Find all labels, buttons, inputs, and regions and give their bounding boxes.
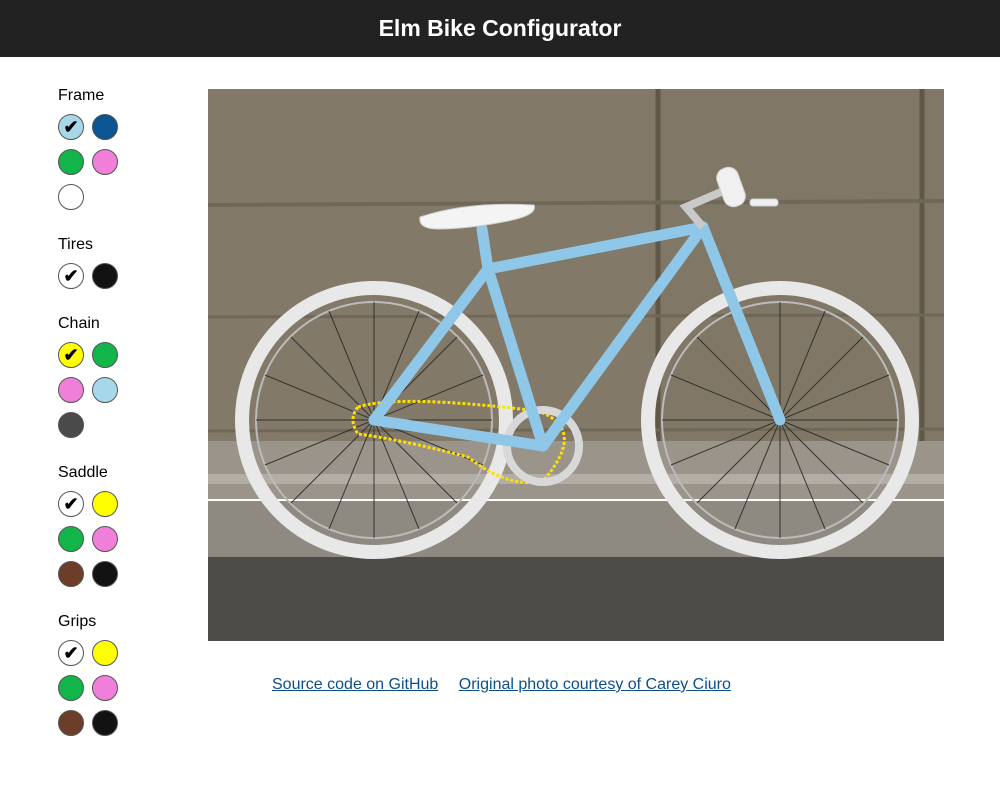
main-content: Frame ✔ Tires ✔ Chain ✔ Saddle ✔ Grips ✔ — [0, 57, 1000, 800]
checkmark-icon: ✔ — [63, 643, 79, 663]
color-swatch-tires-0[interactable]: ✔ — [58, 263, 84, 289]
option-group-grips: Grips ✔ — [58, 613, 168, 745]
option-label: Chain — [58, 315, 100, 332]
footer-links: Source code on GitHub Original photo cou… — [272, 676, 747, 694]
options-sidebar: Frame ✔ Tires ✔ Chain ✔ Saddle ✔ Grips ✔ — [58, 87, 168, 762]
option-label: Grips — [58, 613, 97, 630]
color-swatch-chain-4[interactable] — [58, 412, 84, 438]
color-swatch-frame-4[interactable] — [58, 184, 84, 210]
color-swatch-saddle-3[interactable] — [92, 526, 118, 552]
color-swatch-tires-1[interactable] — [92, 263, 118, 289]
color-swatches: ✔ — [58, 491, 158, 596]
color-swatch-saddle-2[interactable] — [58, 526, 84, 552]
color-swatch-chain-0[interactable]: ✔ — [58, 342, 84, 368]
source-code-link[interactable]: Source code on GitHub — [272, 676, 438, 693]
option-group-frame: Frame ✔ — [58, 87, 168, 219]
color-swatch-chain-2[interactable] — [58, 377, 84, 403]
color-swatch-chain-3[interactable] — [92, 377, 118, 403]
checkmark-icon: ✔ — [63, 266, 79, 286]
color-swatches: ✔ — [58, 263, 158, 298]
color-swatch-grips-2[interactable] — [58, 675, 84, 701]
option-group-chain: Chain ✔ — [58, 315, 168, 447]
color-swatch-frame-2[interactable] — [58, 149, 84, 175]
color-swatch-saddle-4[interactable] — [58, 561, 84, 587]
option-label: Tires — [58, 236, 93, 253]
color-swatch-chain-1[interactable] — [92, 342, 118, 368]
color-swatches: ✔ — [58, 640, 158, 745]
color-swatches: ✔ — [58, 114, 158, 219]
color-swatch-frame-1[interactable] — [92, 114, 118, 140]
bike-photo — [208, 89, 944, 641]
option-group-tires: Tires ✔ — [58, 236, 168, 298]
color-swatch-frame-0[interactable]: ✔ — [58, 114, 84, 140]
checkmark-icon: ✔ — [63, 117, 79, 137]
app-title: Elm Bike Configurator — [378, 15, 622, 41]
color-swatch-saddle-5[interactable] — [92, 561, 118, 587]
color-swatch-grips-4[interactable] — [58, 710, 84, 736]
checkmark-icon: ✔ — [63, 494, 79, 514]
color-swatch-grips-5[interactable] — [92, 710, 118, 736]
checkmark-icon: ✔ — [63, 345, 79, 365]
option-label: Saddle — [58, 464, 108, 481]
color-swatch-grips-3[interactable] — [92, 675, 118, 701]
option-group-saddle: Saddle ✔ — [58, 464, 168, 596]
option-label: Frame — [58, 87, 105, 104]
color-swatches: ✔ — [58, 342, 158, 447]
photo-credit-link[interactable]: Original photo courtesy of Carey Ciuro — [459, 676, 731, 693]
color-swatch-saddle-1[interactable] — [92, 491, 118, 517]
color-swatch-grips-0[interactable]: ✔ — [58, 640, 84, 666]
app-header: Elm Bike Configurator — [0, 0, 1000, 57]
color-swatch-frame-3[interactable] — [92, 149, 118, 175]
color-swatch-saddle-0[interactable]: ✔ — [58, 491, 84, 517]
color-swatch-grips-1[interactable] — [92, 640, 118, 666]
